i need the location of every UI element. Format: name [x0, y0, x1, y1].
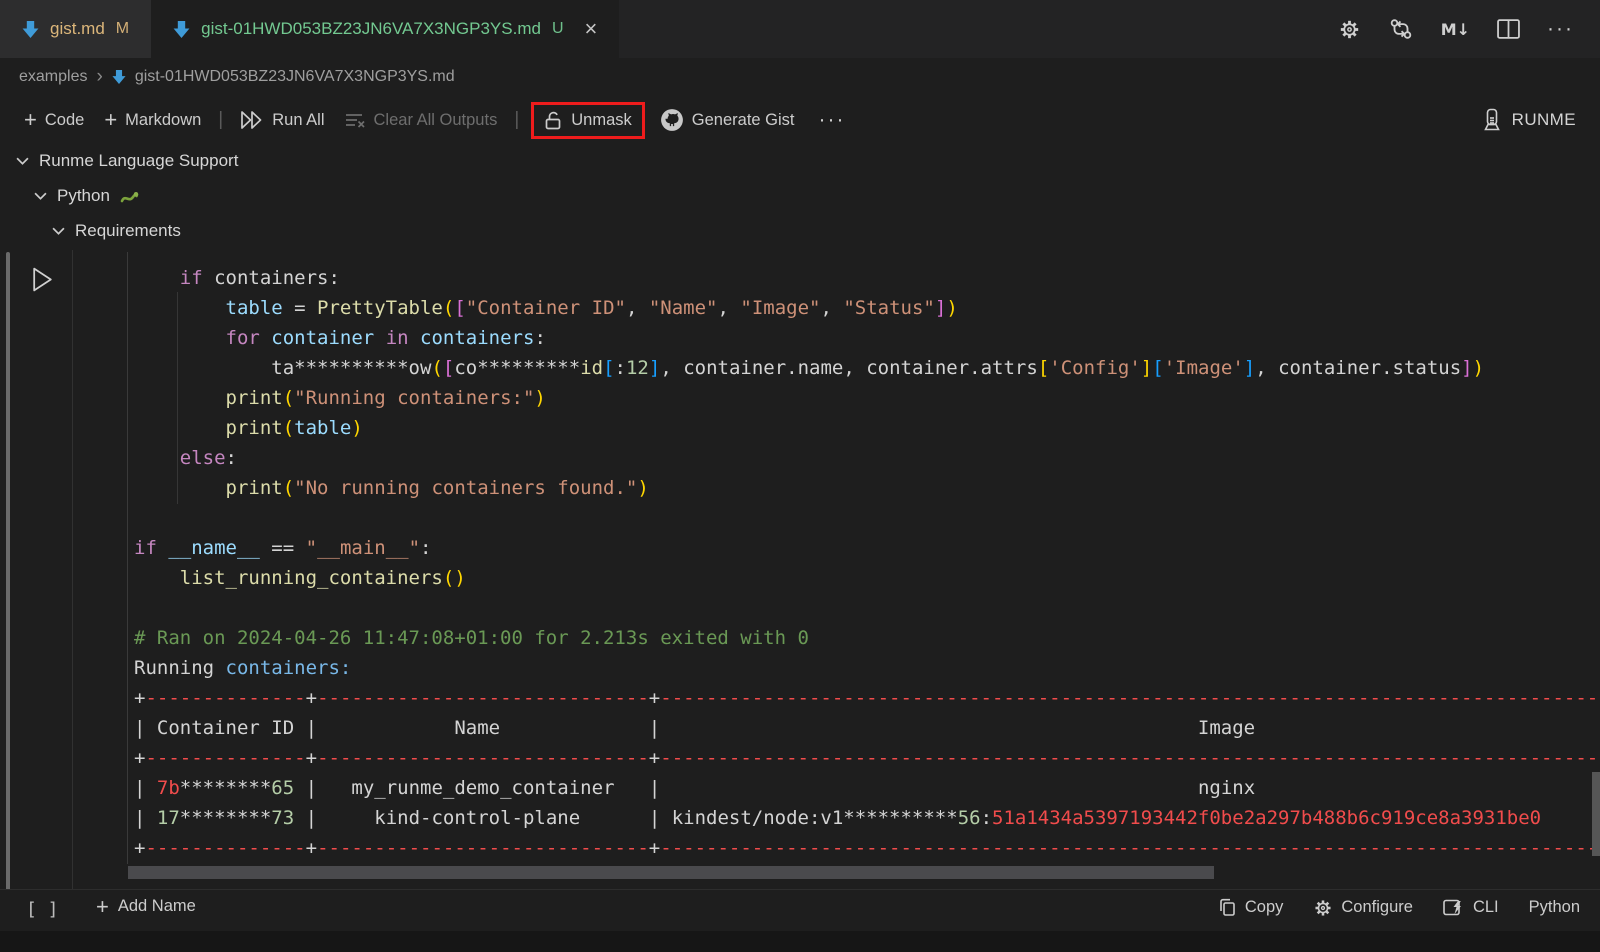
toolbar-separator: | — [514, 109, 519, 131]
generate-gist-label: Generate Gist — [692, 111, 795, 130]
add-code-label: Code — [45, 111, 84, 130]
plus-icon: + — [104, 111, 117, 129]
window-bottom-edge — [0, 931, 1600, 952]
editor-actions: M↓ ··· — [1338, 0, 1600, 58]
add-code-button[interactable]: + Code — [14, 106, 94, 135]
horizontal-scrollbar[interactable] — [128, 866, 1214, 879]
cli-icon — [1443, 898, 1465, 918]
notebook-outline: Runme Language Support Python Requiremen… — [0, 145, 1600, 250]
outline-item-runme-language-support[interactable]: Runme Language Support — [16, 151, 238, 171]
execution-order-label: [ ] — [26, 899, 59, 920]
open-changes-icon[interactable] — [1388, 17, 1414, 41]
gear-icon[interactable] — [1338, 18, 1361, 41]
chevron-down-icon — [52, 227, 65, 235]
chevron-down-icon — [16, 157, 29, 165]
copy-icon — [1217, 897, 1237, 918]
chevron-right-icon: › — [96, 66, 102, 88]
run-all-label: Run All — [272, 111, 324, 130]
runme-file-icon — [112, 69, 126, 85]
copy-button[interactable]: Copy — [1217, 897, 1284, 918]
runme-label: RUNME — [1512, 110, 1576, 130]
outline-item-requirements[interactable]: Requirements — [52, 221, 181, 241]
play-icon — [31, 266, 54, 293]
breadcrumb: examples › gist-01HWD053BZ23JN6VA7X3NGP3… — [0, 58, 1600, 95]
tab-gist-md[interactable]: gist.md M — [0, 0, 151, 58]
outline-label: Requirements — [75, 221, 181, 241]
snake-icon — [120, 188, 140, 205]
generate-gist-button[interactable]: Generate Gist — [650, 103, 805, 137]
outline-label: Runme Language Support — [39, 151, 238, 171]
cli-button[interactable]: CLI — [1443, 898, 1499, 918]
unlock-icon — [544, 110, 563, 131]
outline-item-python[interactable]: Python — [34, 186, 140, 206]
more-cell-actions-icon[interactable]: ··· — [819, 114, 846, 127]
tab-bar: gist.md M gist-01HWD053BZ23JN6VA7X3NGP3Y… — [0, 0, 1600, 58]
close-icon[interactable]: × — [585, 18, 598, 40]
outline-label: Python — [57, 186, 110, 206]
code-editor[interactable]: if containers: table = PrettyTable(["Con… — [134, 263, 1600, 863]
configure-button[interactable]: Configure — [1313, 898, 1413, 918]
breadcrumb-file[interactable]: gist-01HWD053BZ23JN6VA7X3NGP3YS.md — [135, 68, 455, 86]
runme-badge[interactable]: RUNME — [1481, 108, 1600, 132]
add-name-label: Add Name — [118, 897, 196, 916]
add-markdown-label: Markdown — [125, 111, 201, 130]
breadcrumb-folder[interactable]: examples — [19, 68, 87, 86]
github-icon — [660, 108, 684, 132]
editor-left-border — [127, 252, 128, 864]
tab-gist-file[interactable]: gist-01HWD053BZ23JN6VA7X3NGP3YS.md U × — [151, 0, 619, 58]
cell-toolbar-right: Copy Configure — [1217, 897, 1580, 918]
runme-file-icon — [22, 20, 39, 39]
unmask-label: Unmask — [571, 111, 632, 130]
vertical-scrollbar[interactable] — [1592, 772, 1600, 856]
configure-label: Configure — [1341, 898, 1413, 917]
add-name-button[interactable]: + Add Name — [96, 897, 196, 916]
annotation-highlight-box: Unmask — [531, 102, 645, 139]
cell-bottom-toolbar: [ ] + Add Name Copy — [0, 889, 1600, 931]
notebook-toolbar: + Code + Markdown | Run All Clear All Ou… — [0, 95, 1600, 145]
plus-icon: + — [96, 898, 109, 916]
runme-logo-icon — [1481, 108, 1503, 132]
more-actions-icon[interactable]: ··· — [1547, 23, 1574, 36]
add-markdown-button[interactable]: + Markdown — [94, 106, 211, 135]
markdown-preview-icon[interactable]: M↓ — [1441, 20, 1470, 39]
run-cell-button[interactable] — [31, 266, 54, 293]
untracked-badge: U — [552, 20, 564, 38]
split-editor-icon[interactable] — [1497, 19, 1520, 39]
cli-label: CLI — [1473, 898, 1499, 917]
language-picker[interactable]: Python — [1529, 898, 1580, 917]
gear-icon — [1313, 898, 1333, 918]
run-all-button[interactable]: Run All — [230, 105, 334, 135]
tab-label: gist.md — [50, 19, 105, 39]
chevron-down-icon — [34, 192, 47, 200]
toolbar-separator: | — [218, 109, 223, 131]
copy-label: Copy — [1245, 898, 1284, 917]
clear-all-label: Clear All Outputs — [374, 111, 498, 130]
run-all-icon — [240, 110, 264, 130]
runme-file-icon — [173, 20, 190, 39]
tab-label: gist-01HWD053BZ23JN6VA7X3NGP3YS.md — [201, 19, 541, 39]
clear-all-outputs-button[interactable]: Clear All Outputs — [335, 106, 508, 135]
cell-focus-bar — [6, 252, 10, 893]
plus-icon: + — [24, 111, 37, 129]
modified-badge: M — [116, 20, 129, 38]
cell-border — [72, 250, 73, 932]
clear-all-icon — [345, 111, 366, 130]
unmask-button[interactable]: Unmask — [534, 105, 642, 136]
